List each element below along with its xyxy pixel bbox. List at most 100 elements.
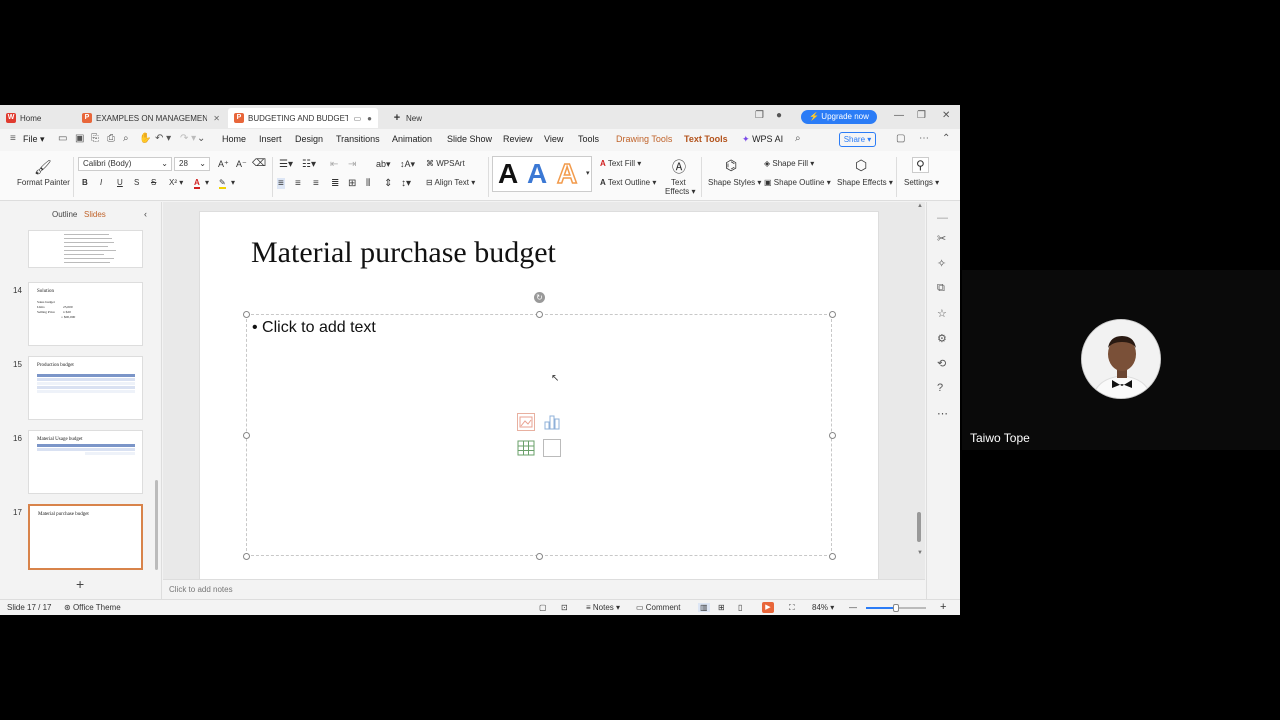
tab-new[interactable]: + New <box>386 108 428 128</box>
print-preview-icon[interactable]: ⌕ <box>123 133 129 144</box>
format-icon[interactable]: ✋ <box>139 133 151 144</box>
insert-chart-icon[interactable] <box>543 413 561 431</box>
undo-icon[interactable]: ↶ ▾ <box>155 133 171 144</box>
hamburger-icon[interactable]: ≡ <box>10 133 16 144</box>
more-icon[interactable]: ⋯ <box>937 407 948 420</box>
text-effects-label[interactable]: Effects ▾ <box>665 187 696 196</box>
wordart-style-orange[interactable]: A <box>556 158 578 190</box>
zoom-level-select[interactable]: 84% ▾ <box>812 603 834 612</box>
menu-home[interactable]: Home <box>222 134 246 144</box>
spell-check-icon[interactable]: ▢ <box>539 603 547 612</box>
tools-icon[interactable]: ✂ <box>937 232 946 245</box>
slide-thumbnail-13[interactable] <box>28 230 143 268</box>
slide-thumbnail-16[interactable]: Material Usage budget <box>28 430 143 494</box>
text-outline-button[interactable]: A Text Outline ▾ <box>600 178 656 187</box>
minimize-icon[interactable]: — <box>894 110 904 121</box>
font-name-select[interactable]: Calibri (Body) ⌄ <box>78 157 172 171</box>
rotate-handle-icon[interactable]: ↻ <box>534 292 545 303</box>
align-center-icon[interactable]: ≡ <box>295 178 301 189</box>
scroll-down-icon[interactable]: ▼ <box>917 550 923 556</box>
shape-outline-button[interactable]: ▣ Shape Outline ▾ <box>764 178 831 187</box>
history-icon[interactable]: ⟲ <box>937 357 946 370</box>
slide-thumbnail-14[interactable]: Solution Sales budget Units Selling Pric… <box>28 282 143 346</box>
shape-styles-button[interactable]: Shape Styles ▾ <box>708 178 761 187</box>
panel-scrollbar[interactable] <box>155 480 158 570</box>
zoom-slider[interactable] <box>866 604 926 612</box>
menu-file[interactable]: File ▾ <box>23 134 45 145</box>
wpsart-button[interactable]: ⌘ WPSArt <box>426 159 465 168</box>
minus-icon[interactable]: — <box>937 212 948 224</box>
chevron-down-icon[interactable]: ▾ <box>205 178 209 187</box>
settings-button[interactable]: Settings ▾ <box>904 178 939 187</box>
tab-examples-document[interactable]: P EXAMPLES ON MANAGEMENT C ✕ <box>76 108 226 128</box>
close-icon[interactable]: ✕ <box>213 114 220 123</box>
save-icon[interactable]: ▣ <box>75 133 84 144</box>
slide-title[interactable]: Material purchase budget <box>251 236 556 270</box>
justify-icon[interactable]: ≣ <box>331 178 339 189</box>
resize-handle[interactable] <box>243 311 250 318</box>
share-button[interactable]: Share ▾ <box>839 132 876 147</box>
bullets-icon[interactable]: ☰▾ <box>279 159 293 170</box>
resize-handle[interactable] <box>829 553 836 560</box>
star-icon[interactable]: ☆ <box>937 307 947 320</box>
placeholder-text[interactable]: • Click to add text <box>252 319 376 337</box>
increase-indent-icon[interactable]: ⇥ <box>348 159 356 170</box>
more-quick-icon[interactable]: ⌄ <box>197 133 205 144</box>
adjust-icon[interactable]: ⚙ <box>937 332 947 345</box>
text-fill-button[interactable]: A Text Fill ▾ <box>600 159 641 168</box>
slide-thumbnail-15[interactable]: Production budget <box>28 356 143 420</box>
menu-text-tools[interactable]: Text Tools <box>684 134 728 144</box>
tab-home[interactable]: W Home <box>0 108 72 128</box>
resize-handle[interactable] <box>243 432 250 439</box>
insert-table-icon[interactable] <box>517 439 535 457</box>
columns-icon[interactable]: ⫴ <box>366 178 370 189</box>
insert-media-icon[interactable] <box>543 439 561 457</box>
paragraph-spacing-icon[interactable]: ↕▾ <box>401 178 411 189</box>
slides-copy-icon[interactable]: ⧉ <box>937 282 945 295</box>
menu-review[interactable]: Review <box>503 134 533 144</box>
chevron-down-icon[interactable]: ▾ <box>231 178 235 187</box>
clear-format-icon[interactable]: ⌫ <box>252 158 266 169</box>
bold-icon[interactable]: B <box>82 178 88 187</box>
protect-icon[interactable]: ⊡ <box>561 603 568 612</box>
menu-view[interactable]: View <box>544 134 563 144</box>
zoom-slider-knob[interactable] <box>893 604 899 612</box>
font-size-select[interactable]: 28 ⌄ <box>174 157 210 171</box>
outline-tab[interactable]: Outline <box>52 210 77 219</box>
resize-handle[interactable] <box>536 311 543 318</box>
tab-budgeting-document[interactable]: P BUDGETING AND BUDGETA ▭ ● <box>228 108 378 128</box>
sort-icon[interactable]: ↕A▾ <box>400 159 415 170</box>
more-icon[interactable]: ⋯ <box>919 133 929 144</box>
upgrade-button[interactable]: ⚡ Upgrade now <box>801 110 877 124</box>
slide-thumbnail-17[interactable]: Material purchase budget <box>28 504 143 570</box>
shadow-icon[interactable]: S <box>134 178 139 187</box>
wordart-style-black[interactable]: A <box>498 159 518 189</box>
fit-window-icon[interactable]: ⛶ <box>789 603 795 613</box>
reading-view-icon[interactable]: ▯ <box>738 603 742 612</box>
shape-effects-button[interactable]: Shape Effects ▾ <box>837 178 893 187</box>
notes-button[interactable]: ≡ Notes ▾ <box>586 603 620 612</box>
decrease-indent-icon[interactable]: ⇤ <box>330 159 338 170</box>
notes-placeholder[interactable]: Click to add notes <box>169 585 233 594</box>
slide[interactable]: Material purchase budget ↻ • Click to ad… <box>199 211 879 579</box>
canvas-scrollbar[interactable] <box>917 512 921 542</box>
scroll-up-icon[interactable]: ▲ <box>917 203 923 209</box>
align-text-button[interactable]: ⊟ Align Text ▾ <box>426 178 475 187</box>
italic-icon[interactable]: I <box>100 178 102 187</box>
print-icon[interactable]: ⎙ <box>107 133 115 144</box>
strikethrough-icon[interactable]: S <box>151 178 156 187</box>
add-slide-icon[interactable]: + <box>76 576 84 592</box>
align-left-icon[interactable]: ≡ <box>277 178 285 189</box>
slides-tab[interactable]: Slides <box>84 210 106 219</box>
font-color-icon[interactable]: A <box>194 178 200 189</box>
numbering-icon[interactable]: ☷▾ <box>302 159 316 170</box>
open-folder-icon[interactable]: ▭ <box>58 133 67 144</box>
normal-view-icon[interactable]: ▥ <box>698 603 710 612</box>
shape-fill-button[interactable]: ◈ Shape Fill ▾ <box>764 159 814 168</box>
menu-drawing-tools[interactable]: Drawing Tools <box>616 134 672 144</box>
text-direction-icon[interactable]: ab▾ <box>376 159 391 170</box>
collapse-panel-icon[interactable]: ‹ <box>144 209 147 219</box>
zoom-in-icon[interactable]: + <box>940 601 946 613</box>
highlight-icon[interactable]: ✎ <box>219 178 226 189</box>
menu-animation[interactable]: Animation <box>392 134 432 144</box>
